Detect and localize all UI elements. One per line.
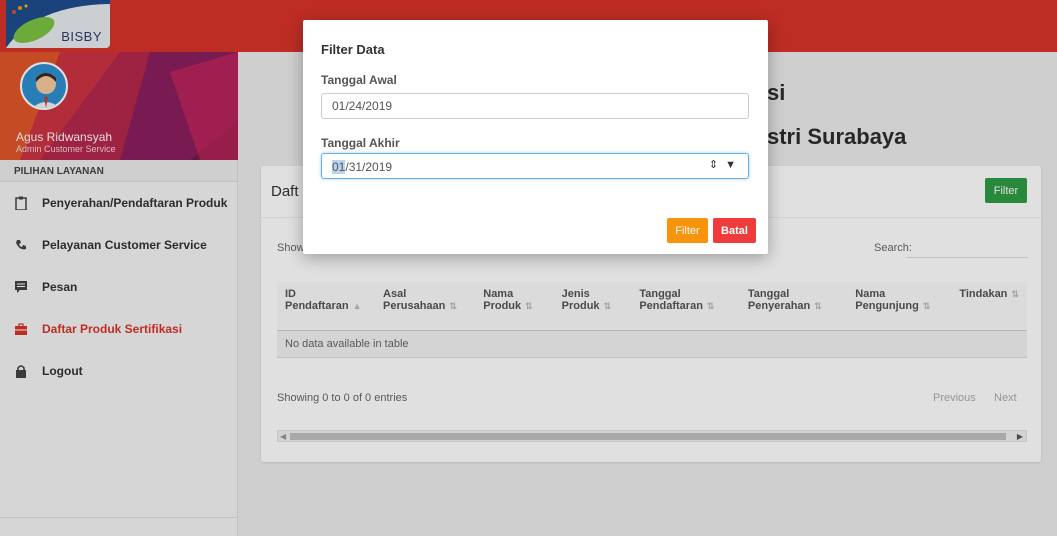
start-date-label: Tanggal Awal <box>321 73 397 87</box>
end-date-input[interactable]: 01/31/2019 ⇕ ▼ <box>321 153 749 179</box>
date-spinner-dropdown-icon[interactable]: ⇕ ▼ <box>709 158 738 171</box>
end-date-label: Tanggal Akhir <box>321 136 400 150</box>
end-date-rest: /31/2019 <box>345 160 393 174</box>
modal-cancel-button[interactable]: Batal <box>713 218 756 243</box>
start-date-input[interactable] <box>321 93 749 119</box>
modal-filter-button[interactable]: Filter <box>667 218 708 243</box>
modal-title: Filter Data <box>321 42 385 57</box>
end-date-month-segment[interactable]: 01 <box>332 160 346 174</box>
filter-modal: Filter Data Tanggal Awal Tanggal Akhir 0… <box>303 20 768 254</box>
